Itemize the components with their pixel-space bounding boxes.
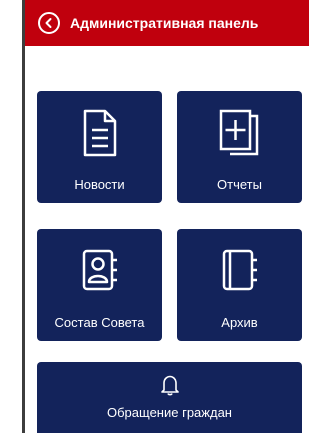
- header-bar: Административная панель: [25, 0, 309, 46]
- left-border: [22, 0, 25, 433]
- notebook-icon: [222, 249, 257, 291]
- back-button[interactable]: [38, 12, 60, 34]
- contacts-book-icon: [82, 249, 117, 291]
- news-label: Новости: [74, 177, 125, 192]
- council-tile[interactable]: Состав Совета: [37, 229, 162, 341]
- bell-icon: [160, 375, 179, 396]
- reports-label: Отчеты: [217, 177, 262, 192]
- council-label: Состав Совета: [54, 315, 145, 330]
- document-icon: [83, 109, 116, 157]
- page-title: Административная панель: [70, 15, 259, 31]
- chevron-left-icon: [45, 18, 52, 28]
- add-document-icon: [219, 109, 258, 156]
- citizen-appeals-tile[interactable]: Обращение граждан: [37, 362, 302, 433]
- citizen-appeals-label: Обращение граждан: [107, 405, 232, 420]
- news-tile[interactable]: Новости: [37, 91, 162, 203]
- reports-tile[interactable]: Отчеты: [177, 91, 302, 203]
- archive-label: Архив: [221, 315, 258, 330]
- archive-tile[interactable]: Архив: [177, 229, 302, 341]
